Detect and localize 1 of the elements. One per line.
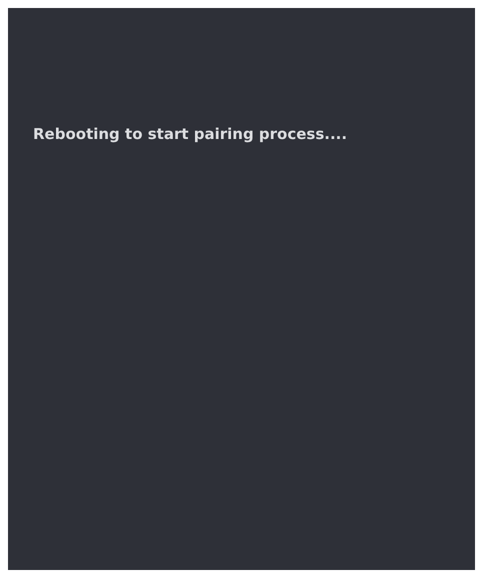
status-message: Rebooting to start pairing process.... <box>33 125 348 143</box>
